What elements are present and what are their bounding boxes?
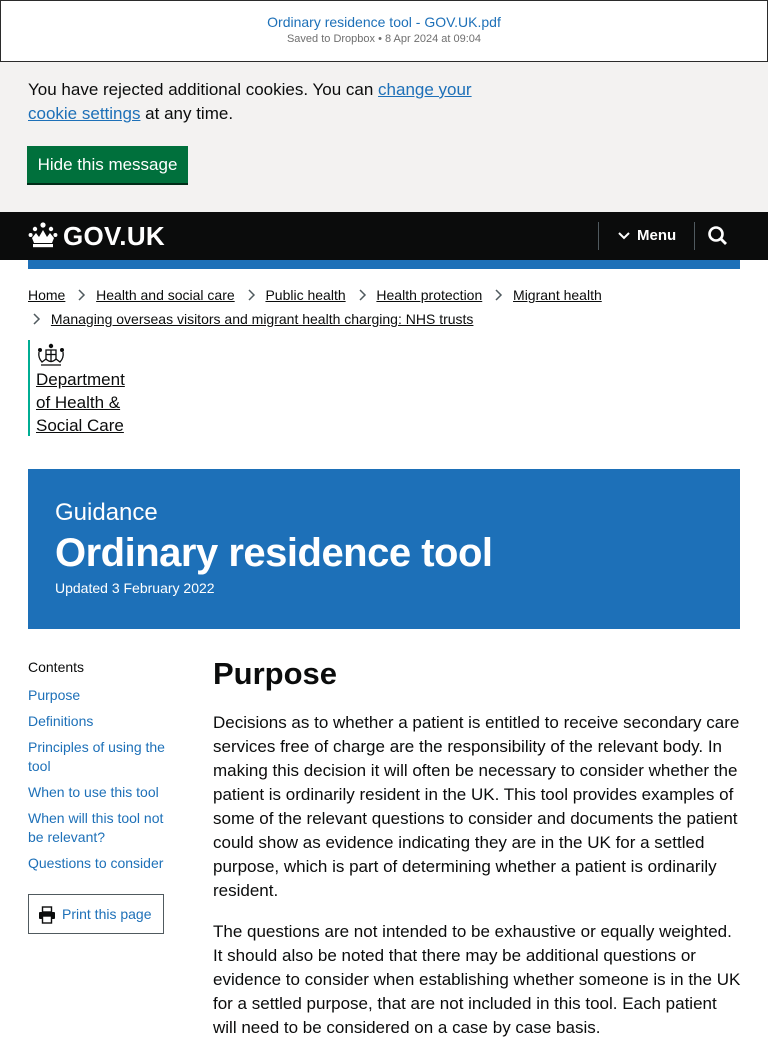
- organisation-name-line1[interactable]: Department: [36, 370, 125, 389]
- breadcrumb-health-protection[interactable]: Health protection: [376, 287, 482, 303]
- body-paragraph: The questions are not intended to be exh…: [213, 922, 741, 1037]
- page-title: Ordinary residence tool: [55, 531, 493, 575]
- breadcrumb-managing-overseas-visitors[interactable]: Managing overseas visitors and migrant h…: [51, 311, 474, 327]
- search-icon: [708, 226, 727, 245]
- crown-icon: [28, 222, 58, 248]
- chevron-right-icon: [248, 289, 255, 301]
- contents-item-when-to-use[interactable]: When to use this tool: [28, 783, 178, 802]
- govuk-logo[interactable]: GOV.UK: [63, 221, 165, 252]
- pdf-saved-bar: Ordinary residence tool - GOV.UK.pdf Sav…: [0, 0, 768, 62]
- main-content: Purpose Decisions as to whether a patien…: [213, 656, 743, 1057]
- royal-arms-crest-icon: [38, 343, 64, 366]
- contents-heading: Contents: [28, 659, 85, 675]
- breadcrumb-public-health[interactable]: Public health: [265, 287, 345, 303]
- organisation-name[interactable]: Department of Health & Social Care: [36, 368, 146, 437]
- contents-item-principles[interactable]: Principles of using the tool: [28, 738, 178, 776]
- header-accent-bar: [28, 260, 740, 269]
- contents-item-definitions[interactable]: Definitions: [28, 712, 178, 731]
- document-type-caption: Guidance: [55, 499, 158, 526]
- organisation-name-line2[interactable]: of Health &: [36, 393, 120, 412]
- cookie-text-before: You have rejected additional cookies. Yo…: [28, 80, 379, 99]
- chevron-right-icon: [33, 313, 41, 325]
- cookie-message: You have rejected additional cookies. Yo…: [28, 78, 488, 126]
- section-heading-purpose: Purpose: [213, 656, 338, 691]
- body-paragraph: Decisions as to whether a patient is ent…: [213, 713, 740, 900]
- chevron-right-icon: [495, 289, 503, 301]
- breadcrumb-migrant-health[interactable]: Migrant health: [513, 287, 602, 303]
- pdf-save-info: Saved to Dropbox • 8 Apr 2024 at 09:04: [286, 33, 482, 45]
- chevron-right-icon: [358, 289, 366, 301]
- breadcrumb: Home Health and social care Public healt…: [28, 283, 748, 331]
- organisation-logo[interactable]: Department of Health & Social Care: [28, 340, 150, 436]
- cookie-text-after: at any time.: [140, 104, 234, 123]
- updated-date: Updated 3 February 2022: [55, 580, 215, 596]
- menu-button[interactable]: Menu: [598, 222, 695, 250]
- breadcrumb-health-social-care[interactable]: Health and social care: [96, 287, 235, 303]
- menu-label: Menu: [637, 227, 677, 244]
- contents-item-not-relevant[interactable]: When will this tool not be relevant?: [28, 809, 178, 847]
- hide-message-button[interactable]: Hide this message: [27, 146, 188, 183]
- print-page-label: Print this page: [62, 906, 152, 922]
- govuk-header: GOV.UK Menu: [0, 212, 768, 260]
- cookie-banner: You have rejected additional cookies. Yo…: [0, 62, 768, 212]
- organisation-name-line3[interactable]: Social Care: [36, 416, 124, 435]
- contents-item-purpose[interactable]: Purpose: [28, 686, 178, 705]
- page-hero: Guidance Ordinary residence tool Updated…: [28, 469, 740, 629]
- chevron-down-icon: [618, 232, 630, 240]
- chevron-right-icon: [78, 289, 86, 301]
- contents-item-questions[interactable]: Questions to consider: [28, 854, 178, 873]
- contents-list: Contents Purpose Definitions Principles …: [28, 658, 178, 880]
- pdf-title[interactable]: Ordinary residence tool - GOV.UK.pdf: [1, 14, 767, 30]
- print-page-button[interactable]: Print this page: [28, 894, 164, 934]
- breadcrumb-home[interactable]: Home: [28, 287, 65, 303]
- printer-icon: [39, 906, 55, 924]
- search-button[interactable]: [694, 222, 741, 250]
